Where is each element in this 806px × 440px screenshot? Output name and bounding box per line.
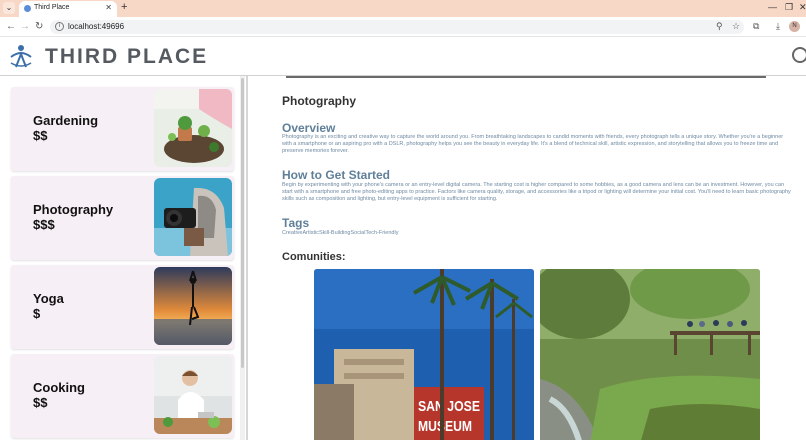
sidebar-scrollbar-thumb[interactable] — [241, 78, 244, 368]
close-icon[interactable]: ✕ — [105, 3, 112, 12]
hobby-card-cooking[interactable]: Cooking $$ — [11, 354, 234, 438]
bookmark-star-icon[interactable]: ☆ — [732, 21, 740, 32]
card-price: $$ — [33, 128, 48, 143]
plus-icon[interactable]: + — [121, 1, 127, 13]
tags-heading: Tags — [282, 216, 310, 230]
card-title: Cooking — [33, 380, 85, 395]
hobby-card-yoga[interactable]: Yoga $ — [11, 265, 234, 349]
logo-icon[interactable] — [8, 43, 34, 69]
extensions-icon[interactable]: ⧉ — [753, 21, 759, 32]
browser-toolbar: ← → ↻ i localhost:49696 ⚲ ☆ ⧉ ⤓ N — [0, 17, 806, 37]
hobby-card-gardening[interactable]: Gardening $$ — [11, 87, 234, 171]
browser-tab[interactable]: Third Place ✕ — [19, 1, 117, 17]
tags-list: CreativeArtisticSkill-BuildingSocialTech… — [282, 230, 399, 236]
card-title: Yoga — [33, 291, 64, 306]
cooking-image — [154, 356, 232, 434]
menu-chevron-icon[interactable]: ⌄ — [3, 2, 15, 14]
community-photo-trail[interactable] — [540, 269, 760, 440]
hobby-card-photography[interactable]: Photography $$$ — [11, 176, 234, 260]
overview-heading: Overview — [282, 121, 336, 135]
card-title: Photography — [33, 202, 114, 217]
card-title: Gardening — [33, 113, 99, 128]
community-photo-san-jose[interactable]: SAN JOSE MUSEUM — [314, 269, 534, 440]
tab-title: Third Place — [34, 4, 70, 11]
getstarted-text: Begin by experimenting with your phone's… — [282, 182, 791, 202]
address-bar[interactable]: i localhost:49696 ⚲ ☆ — [50, 20, 744, 34]
detail-panel: Photography Overview Photography is an e… — [248, 76, 806, 440]
search-icon[interactable] — [792, 47, 806, 63]
brand-title[interactable]: THIRD PLACE — [45, 45, 208, 69]
download-icon[interactable]: ⤓ — [776, 21, 780, 32]
url-text[interactable]: localhost:49696 — [68, 22, 124, 31]
reload-icon[interactable]: ↻ — [35, 21, 43, 32]
page-title: Photography — [282, 94, 356, 108]
sign-text: SAN JOSE — [418, 398, 480, 415]
gardening-image — [154, 89, 232, 167]
card-price: $$$ — [33, 217, 55, 232]
sidebar: Gardening $$ Photography $$$ Yoga $ Cook… — [0, 76, 246, 440]
site-info-icon[interactable]: i — [55, 22, 64, 31]
close-window-icon[interactable]: ✕ — [799, 2, 806, 13]
favicon-icon — [24, 5, 31, 12]
app-header: THIRD PLACE — [0, 37, 806, 75]
restore-icon[interactable]: ❐ — [785, 2, 793, 13]
forward-icon[interactable]: → — [20, 21, 30, 32]
photography-image — [154, 178, 232, 256]
minimize-icon[interactable]: — — [768, 2, 777, 12]
card-price: $ — [33, 306, 41, 321]
communities-heading: Comunities: — [282, 251, 346, 263]
zoom-icon[interactable]: ⚲ — [716, 21, 723, 32]
yoga-image — [154, 267, 232, 345]
overview-text: Photography is an exciting and creative … — [282, 134, 784, 154]
hero-image-edge — [286, 76, 766, 78]
back-icon[interactable]: ← — [6, 21, 16, 32]
profile-avatar[interactable]: N — [789, 21, 800, 32]
sign-text-2: MUSEUM — [418, 418, 472, 435]
getstarted-heading: How to Get Started — [282, 168, 391, 182]
browser-tabstrip: ⌄ Third Place ✕ + — ❐ ✕ — [0, 0, 806, 17]
card-price: $$ — [33, 395, 48, 410]
